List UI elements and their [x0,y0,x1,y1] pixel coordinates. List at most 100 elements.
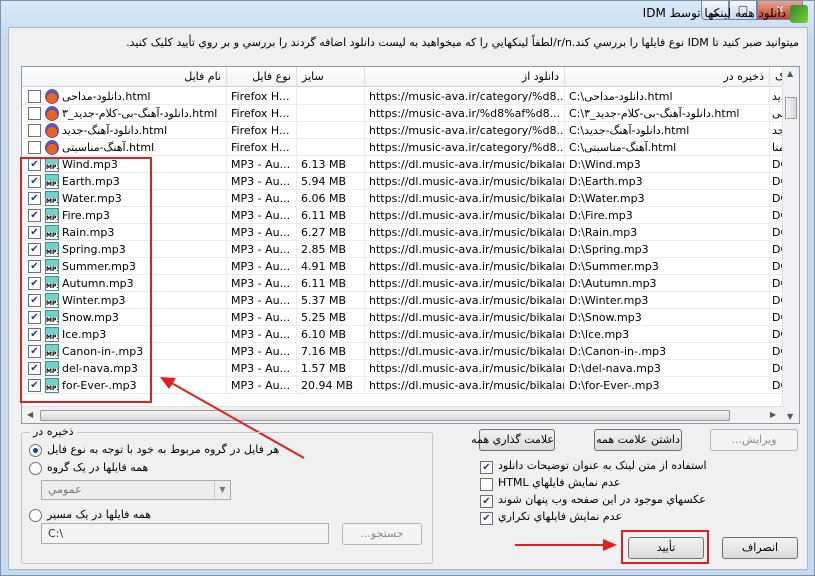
scroll-right-icon[interactable]: ▶ [770,410,776,419]
row-checkbox[interactable]: ✔ [28,328,41,341]
cell-filename: ✔ MP3Wind.mp3 [22,156,227,173]
save-to-group-label: ذخيره در [30,425,77,438]
row-checkbox[interactable]: ✔ [28,158,41,171]
cell-url: https://dl.music-ava.ir/music/bikalam... [365,309,565,326]
table-row[interactable]: ✔ MP3Summer.mp3 MP3 - Au...4.91 MBhttps://… [22,258,789,275]
row-checkbox[interactable]: ✔ [28,226,41,239]
row-checkbox[interactable]: ✔ [28,192,41,205]
row-checkbox[interactable]: ✔ [28,277,41,290]
unmark-all-button[interactable]: داشتن علامت همه [594,429,682,451]
mp3-file-icon: MP3 [45,361,59,376]
column-header-size[interactable]: سايز [297,67,365,87]
scroll-down-icon[interactable]: ▼ [787,412,793,421]
scroll-left-icon[interactable]: ◀ [27,410,33,419]
row-filename: دانلود-مداحی.html [62,90,151,103]
horizontal-scroll-thumb[interactable] [40,410,730,421]
ok-button[interactable]: تأييد [628,537,704,559]
cell-url: https://dl.music-ava.ir/music/bikalam... [365,190,565,207]
group-select[interactable]: عمومي ▼ [41,480,231,500]
chevron-down-icon[interactable]: ▼ [214,481,230,499]
scroll-up-icon[interactable]: ▲ [787,69,793,78]
table-row[interactable]: دانلود-آهنگ-جدید.html Firefox H... https:/… [22,122,785,139]
column-header-filetype[interactable]: نوع فايل [227,67,297,87]
cell-save-to: C:\آهنگ-مناسبتی.html [565,139,770,156]
row-checkbox[interactable] [28,107,41,120]
title-bar[interactable]: ▁ ▢ ✕ دانلود همه لينکها توسط IDM [1,1,815,27]
cell-url: https://music-ava.ir/category/%d8... [365,139,565,156]
row-checkbox[interactable] [28,90,41,103]
row-filename: Fire.mp3 [62,209,110,222]
mark-all-button[interactable]: علامت گذاري همه [471,429,555,451]
row-checkbox[interactable]: ✔ [28,175,41,188]
idm-app-icon [790,5,808,23]
row-checkbox[interactable] [28,124,41,137]
option-checkbox[interactable]: ✔ [480,512,493,525]
vertical-scrollbar[interactable]: ▲ ▼ [782,67,799,423]
cell-filename: ✔ MP3for-Ever-.mp3 [22,377,227,394]
table-row[interactable]: ✔ MP3Snow.mp3 MP3 - Au...5.25 MBhttps://dl… [22,309,789,326]
column-header-filename[interactable]: نام فايل [22,67,227,87]
cell-save-to: D:\Spring.mp3 [565,241,770,258]
edit-button[interactable]: ويرايش... [710,429,798,451]
cell-filename: ✔ MP3Canon-in-.mp3 [22,343,227,360]
table-row[interactable]: ✔ MP3Fire.mp3 MP3 - Au...6.11 MBhttps://dl… [22,207,789,224]
mp3-file-icon: MP3 [45,378,59,393]
window-title: دانلود همه لينکها توسط IDM [642,6,786,20]
option-checkbox[interactable]: ✔ [480,495,493,508]
row-checkbox[interactable]: ✔ [28,294,41,307]
table-row[interactable]: ✔ MP3Canon-in-.mp3 MP3 - Au...7.16 MBhttps… [22,343,789,360]
row-checkbox[interactable]: ✔ [28,260,41,273]
row-filename: آهنگ-مناسبتی.html [62,141,155,154]
option-checkbox[interactable] [480,478,493,491]
cell-filetype: MP3 - Au... [227,241,297,258]
horizontal-scrollbar[interactable]: ◀ ▶ [22,406,784,423]
cell-size: 7.16 MB [297,343,365,360]
table-row[interactable]: ✔ MP3del-nava.mp3 MP3 - Au...1.57 MBhttps:… [22,360,789,377]
cancel-button[interactable]: انصراف [722,537,798,559]
row-checkbox[interactable]: ✔ [28,362,41,375]
row-filename: del-nava.mp3 [62,362,138,375]
row-checkbox[interactable] [28,141,41,154]
cell-size [297,88,365,105]
table-row[interactable]: ✔ MP3Rain.mp3 MP3 - Au...6.27 MBhttps://dl… [22,224,789,241]
option-checkbox[interactable]: ✔ [480,461,493,474]
table-row[interactable]: ✔ MP3Wind.mp3 MP3 - Au...6.13 MBhttps://dl… [22,156,789,173]
save-path-input[interactable]: C:\ [41,523,329,544]
cell-url: https://dl.music-ava.ir/music/bikalam... [365,343,565,360]
table-row[interactable]: ✔ MP3for-Ever-.mp3 MP3 - Au...20.94 MBhttp… [22,377,789,394]
table-row[interactable]: دانلود-مداحی.html Firefox H... https://mus… [22,88,790,105]
cell-filename: ✔ MP3del-nava.mp3 [22,360,227,377]
table-row[interactable]: ✔ MP3Winter.mp3 MP3 - Au...5.37 MBhttps://… [22,292,789,309]
vertical-scroll-thumb[interactable] [785,97,797,119]
table-row[interactable]: ✔ MP3Earth.mp3 MP3 - Au...5.94 MBhttps://d… [22,173,789,190]
cell-url: https://dl.music-ava.ir/music/bikalam... [365,207,565,224]
row-checkbox[interactable]: ✔ [28,311,41,324]
cell-size: 6.27 MB [297,224,365,241]
row-checkbox[interactable]: ✔ [28,379,41,392]
table-row[interactable]: آهنگ-مناسبتی.html Firefox H... https://mus… [22,139,785,156]
row-checkbox[interactable]: ✔ [28,345,41,358]
cell-filename: دانلود-آهنگ-بی-کلام-جدید_۳.html [22,105,227,122]
browse-button[interactable]: جستجو... [342,523,422,545]
radio-save-single-group[interactable] [29,462,42,475]
table-row[interactable]: ✔ MP3Autumn.mp3 MP3 - Au...6.11 MBhttps://… [22,275,789,292]
table-row[interactable]: ✔ MP3Spring.mp3 MP3 - Au...2.85 MBhttps://… [22,241,789,258]
column-header-url[interactable]: دانلود از [365,67,565,87]
column-header-save-to[interactable]: ذخيره در [565,67,770,87]
radio-save-by-type[interactable] [29,444,42,457]
table-row[interactable]: ✔ MP3Water.mp3 MP3 - Au...6.06 MBhttps://d… [22,190,789,207]
links-list[interactable]: نام فايل نوع فايل سايز دانلود از ذخيره د… [21,66,800,424]
table-row[interactable]: دانلود-آهنگ-بی-کلام-جدید_۳.html Firefox H… [22,105,784,122]
cell-filetype: MP3 - Au... [227,173,297,190]
row-checkbox[interactable]: ✔ [28,243,41,256]
cell-size: 6.13 MB [297,156,365,173]
cell-filetype: MP3 - Au... [227,360,297,377]
option-label: عدم نمايش فايلهاي HTML [498,476,621,489]
cell-filename: ✔ MP3Fire.mp3 [22,207,227,224]
cell-filename: ✔ MP3Autumn.mp3 [22,275,227,292]
radio-save-single-path[interactable] [29,509,42,522]
table-row[interactable]: ✔ MP3Ice.mp3 MP3 - Au...6.10 MBhttps://dl.… [22,326,789,343]
cell-filetype: MP3 - Au... [227,292,297,309]
row-checkbox[interactable]: ✔ [28,209,41,222]
row-filename: Rain.mp3 [62,226,115,239]
